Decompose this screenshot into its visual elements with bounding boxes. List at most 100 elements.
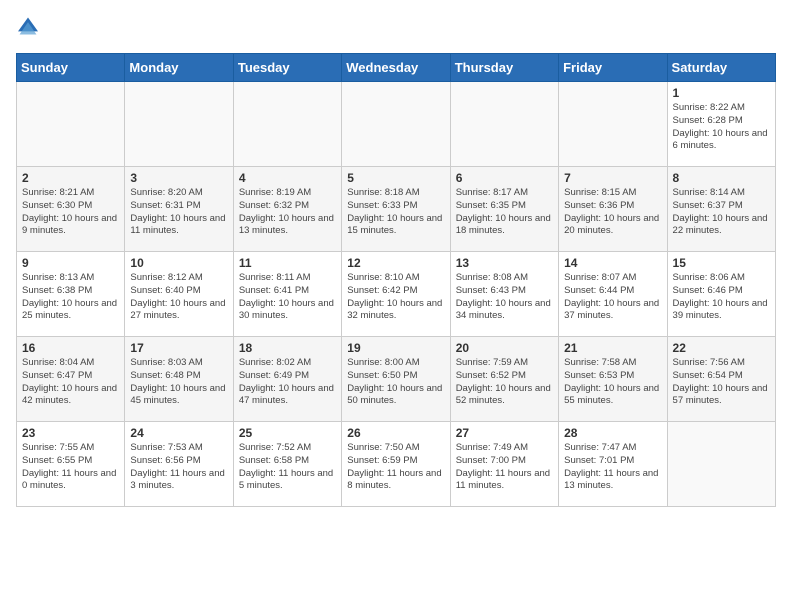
day-info: Sunrise: 7:53 AM Sunset: 6:56 PM Dayligh… bbox=[130, 442, 227, 493]
day-info: Sunrise: 8:03 AM Sunset: 6:48 PM Dayligh… bbox=[130, 357, 227, 408]
calendar-header-row: SundayMondayTuesdayWednesdayThursdayFrid… bbox=[17, 54, 776, 82]
day-info: Sunrise: 8:00 AM Sunset: 6:50 PM Dayligh… bbox=[347, 357, 444, 408]
calendar-cell-1-6 bbox=[559, 82, 667, 167]
day-info: Sunrise: 8:12 AM Sunset: 6:40 PM Dayligh… bbox=[130, 272, 227, 323]
day-number: 12 bbox=[347, 256, 444, 270]
weekday-header-monday: Monday bbox=[125, 54, 233, 82]
day-number: 10 bbox=[130, 256, 227, 270]
calendar-cell-4-4: 19 Sunrise: 8:00 AM Sunset: 6:50 PM Dayli… bbox=[342, 337, 450, 422]
weekday-header-wednesday: Wednesday bbox=[342, 54, 450, 82]
calendar-cell-4-3: 18 Sunrise: 8:02 AM Sunset: 6:49 PM Dayli… bbox=[233, 337, 341, 422]
day-info: Sunrise: 8:21 AM Sunset: 6:30 PM Dayligh… bbox=[22, 187, 119, 238]
calendar-cell-3-3: 11 Sunrise: 8:11 AM Sunset: 6:41 PM Dayli… bbox=[233, 252, 341, 337]
day-number: 23 bbox=[22, 426, 119, 440]
calendar-cell-1-3 bbox=[233, 82, 341, 167]
day-number: 16 bbox=[22, 341, 119, 355]
weekday-header-friday: Friday bbox=[559, 54, 667, 82]
calendar-week-5: 23 Sunrise: 7:55 AM Sunset: 6:55 PM Dayli… bbox=[17, 422, 776, 507]
day-info: Sunrise: 8:19 AM Sunset: 6:32 PM Dayligh… bbox=[239, 187, 336, 238]
calendar-cell-2-6: 7 Sunrise: 8:15 AM Sunset: 6:36 PM Daylig… bbox=[559, 167, 667, 252]
calendar-cell-2-5: 6 Sunrise: 8:17 AM Sunset: 6:35 PM Daylig… bbox=[450, 167, 558, 252]
weekday-header-tuesday: Tuesday bbox=[233, 54, 341, 82]
day-number: 9 bbox=[22, 256, 119, 270]
day-info: Sunrise: 8:11 AM Sunset: 6:41 PM Dayligh… bbox=[239, 272, 336, 323]
calendar-cell-5-7 bbox=[667, 422, 775, 507]
day-info: Sunrise: 8:06 AM Sunset: 6:46 PM Dayligh… bbox=[673, 272, 770, 323]
weekday-header-sunday: Sunday bbox=[17, 54, 125, 82]
calendar-cell-2-1: 2 Sunrise: 8:21 AM Sunset: 6:30 PM Daylig… bbox=[17, 167, 125, 252]
calendar-cell-5-5: 27Sunrise: 7:49 AM Sunset: 7:00 PM Dayli… bbox=[450, 422, 558, 507]
day-info: Sunrise: 8:18 AM Sunset: 6:33 PM Dayligh… bbox=[347, 187, 444, 238]
calendar-cell-1-2 bbox=[125, 82, 233, 167]
calendar-cell-4-7: 22Sunrise: 7:56 AM Sunset: 6:54 PM Dayli… bbox=[667, 337, 775, 422]
day-number: 4 bbox=[239, 171, 336, 185]
day-info: Sunrise: 8:08 AM Sunset: 6:43 PM Dayligh… bbox=[456, 272, 553, 323]
calendar-cell-3-1: 9Sunrise: 8:13 AM Sunset: 6:38 PM Daylig… bbox=[17, 252, 125, 337]
day-info: Sunrise: 8:07 AM Sunset: 6:44 PM Dayligh… bbox=[564, 272, 661, 323]
day-info: Sunrise: 7:55 AM Sunset: 6:55 PM Dayligh… bbox=[22, 442, 119, 493]
day-number: 25 bbox=[239, 426, 336, 440]
day-info: Sunrise: 8:14 AM Sunset: 6:37 PM Dayligh… bbox=[673, 187, 770, 238]
day-info: Sunrise: 8:15 AM Sunset: 6:36 PM Dayligh… bbox=[564, 187, 661, 238]
calendar-cell-3-2: 10 Sunrise: 8:12 AM Sunset: 6:40 PM Dayli… bbox=[125, 252, 233, 337]
calendar-cell-5-4: 26 Sunrise: 7:50 AM Sunset: 6:59 PM Dayli… bbox=[342, 422, 450, 507]
day-info: Sunrise: 7:59 AM Sunset: 6:52 PM Dayligh… bbox=[456, 357, 553, 408]
calendar-week-4: 16Sunrise: 8:04 AM Sunset: 6:47 PM Dayli… bbox=[17, 337, 776, 422]
day-number: 13 bbox=[456, 256, 553, 270]
calendar-cell-2-3: 4 Sunrise: 8:19 AM Sunset: 6:32 PM Daylig… bbox=[233, 167, 341, 252]
day-number: 7 bbox=[564, 171, 661, 185]
day-info: Sunrise: 8:20 AM Sunset: 6:31 PM Dayligh… bbox=[130, 187, 227, 238]
day-info: Sunrise: 7:47 AM Sunset: 7:01 PM Dayligh… bbox=[564, 442, 661, 493]
day-number: 2 bbox=[22, 171, 119, 185]
calendar-week-2: 2 Sunrise: 8:21 AM Sunset: 6:30 PM Daylig… bbox=[17, 167, 776, 252]
calendar-cell-4-6: 21Sunrise: 7:58 AM Sunset: 6:53 PM Dayli… bbox=[559, 337, 667, 422]
calendar-cell-3-7: 15 Sunrise: 8:06 AM Sunset: 6:46 PM Dayli… bbox=[667, 252, 775, 337]
logo bbox=[16, 16, 44, 41]
calendar-cell-5-2: 24 Sunrise: 7:53 AM Sunset: 6:56 PM Dayli… bbox=[125, 422, 233, 507]
day-info: Sunrise: 7:50 AM Sunset: 6:59 PM Dayligh… bbox=[347, 442, 444, 493]
day-number: 1 bbox=[673, 86, 770, 100]
calendar-cell-3-6: 14 Sunrise: 8:07 AM Sunset: 6:44 PM Dayli… bbox=[559, 252, 667, 337]
calendar-week-1: 1 Sunrise: 8:22 AM Sunset: 6:28 PM Daylig… bbox=[17, 82, 776, 167]
header bbox=[16, 16, 776, 41]
day-info: Sunrise: 8:02 AM Sunset: 6:49 PM Dayligh… bbox=[239, 357, 336, 408]
calendar-cell-5-3: 25 Sunrise: 7:52 AM Sunset: 6:58 PM Dayli… bbox=[233, 422, 341, 507]
day-number: 15 bbox=[673, 256, 770, 270]
day-number: 11 bbox=[239, 256, 336, 270]
day-number: 28 bbox=[564, 426, 661, 440]
calendar-cell-1-5 bbox=[450, 82, 558, 167]
day-number: 17 bbox=[130, 341, 227, 355]
calendar-cell-5-1: 23 Sunrise: 7:55 AM Sunset: 6:55 PM Dayli… bbox=[17, 422, 125, 507]
day-info: Sunrise: 7:52 AM Sunset: 6:58 PM Dayligh… bbox=[239, 442, 336, 493]
day-info: Sunrise: 8:10 AM Sunset: 6:42 PM Dayligh… bbox=[347, 272, 444, 323]
calendar-cell-1-1 bbox=[17, 82, 125, 167]
weekday-header-thursday: Thursday bbox=[450, 54, 558, 82]
calendar-cell-2-2: 3 Sunrise: 8:20 AM Sunset: 6:31 PM Daylig… bbox=[125, 167, 233, 252]
calendar-cell-4-2: 17 Sunrise: 8:03 AM Sunset: 6:48 PM Dayli… bbox=[125, 337, 233, 422]
day-number: 14 bbox=[564, 256, 661, 270]
day-info: Sunrise: 8:17 AM Sunset: 6:35 PM Dayligh… bbox=[456, 187, 553, 238]
day-number: 18 bbox=[239, 341, 336, 355]
weekday-header-saturday: Saturday bbox=[667, 54, 775, 82]
day-number: 19 bbox=[347, 341, 444, 355]
calendar-cell-2-4: 5 Sunrise: 8:18 AM Sunset: 6:33 PM Daylig… bbox=[342, 167, 450, 252]
calendar-cell-1-4 bbox=[342, 82, 450, 167]
logo-icon bbox=[16, 16, 40, 36]
day-info: Sunrise: 7:49 AM Sunset: 7:00 PM Dayligh… bbox=[456, 442, 553, 493]
day-number: 8 bbox=[673, 171, 770, 185]
day-number: 24 bbox=[130, 426, 227, 440]
calendar-cell-4-1: 16Sunrise: 8:04 AM Sunset: 6:47 PM Dayli… bbox=[17, 337, 125, 422]
calendar-cell-3-4: 12 Sunrise: 8:10 AM Sunset: 6:42 PM Dayli… bbox=[342, 252, 450, 337]
day-info: Sunrise: 7:58 AM Sunset: 6:53 PM Dayligh… bbox=[564, 357, 661, 408]
calendar-cell-1-7: 1 Sunrise: 8:22 AM Sunset: 6:28 PM Daylig… bbox=[667, 82, 775, 167]
calendar-cell-2-7: 8 Sunrise: 8:14 AM Sunset: 6:37 PM Daylig… bbox=[667, 167, 775, 252]
day-number: 20 bbox=[456, 341, 553, 355]
day-number: 5 bbox=[347, 171, 444, 185]
day-number: 3 bbox=[130, 171, 227, 185]
day-info: Sunrise: 8:22 AM Sunset: 6:28 PM Dayligh… bbox=[673, 102, 770, 153]
day-number: 26 bbox=[347, 426, 444, 440]
calendar-week-3: 9Sunrise: 8:13 AM Sunset: 6:38 PM Daylig… bbox=[17, 252, 776, 337]
calendar-cell-4-5: 20 Sunrise: 7:59 AM Sunset: 6:52 PM Dayli… bbox=[450, 337, 558, 422]
day-number: 6 bbox=[456, 171, 553, 185]
calendar-cell-3-5: 13 Sunrise: 8:08 AM Sunset: 6:43 PM Dayli… bbox=[450, 252, 558, 337]
